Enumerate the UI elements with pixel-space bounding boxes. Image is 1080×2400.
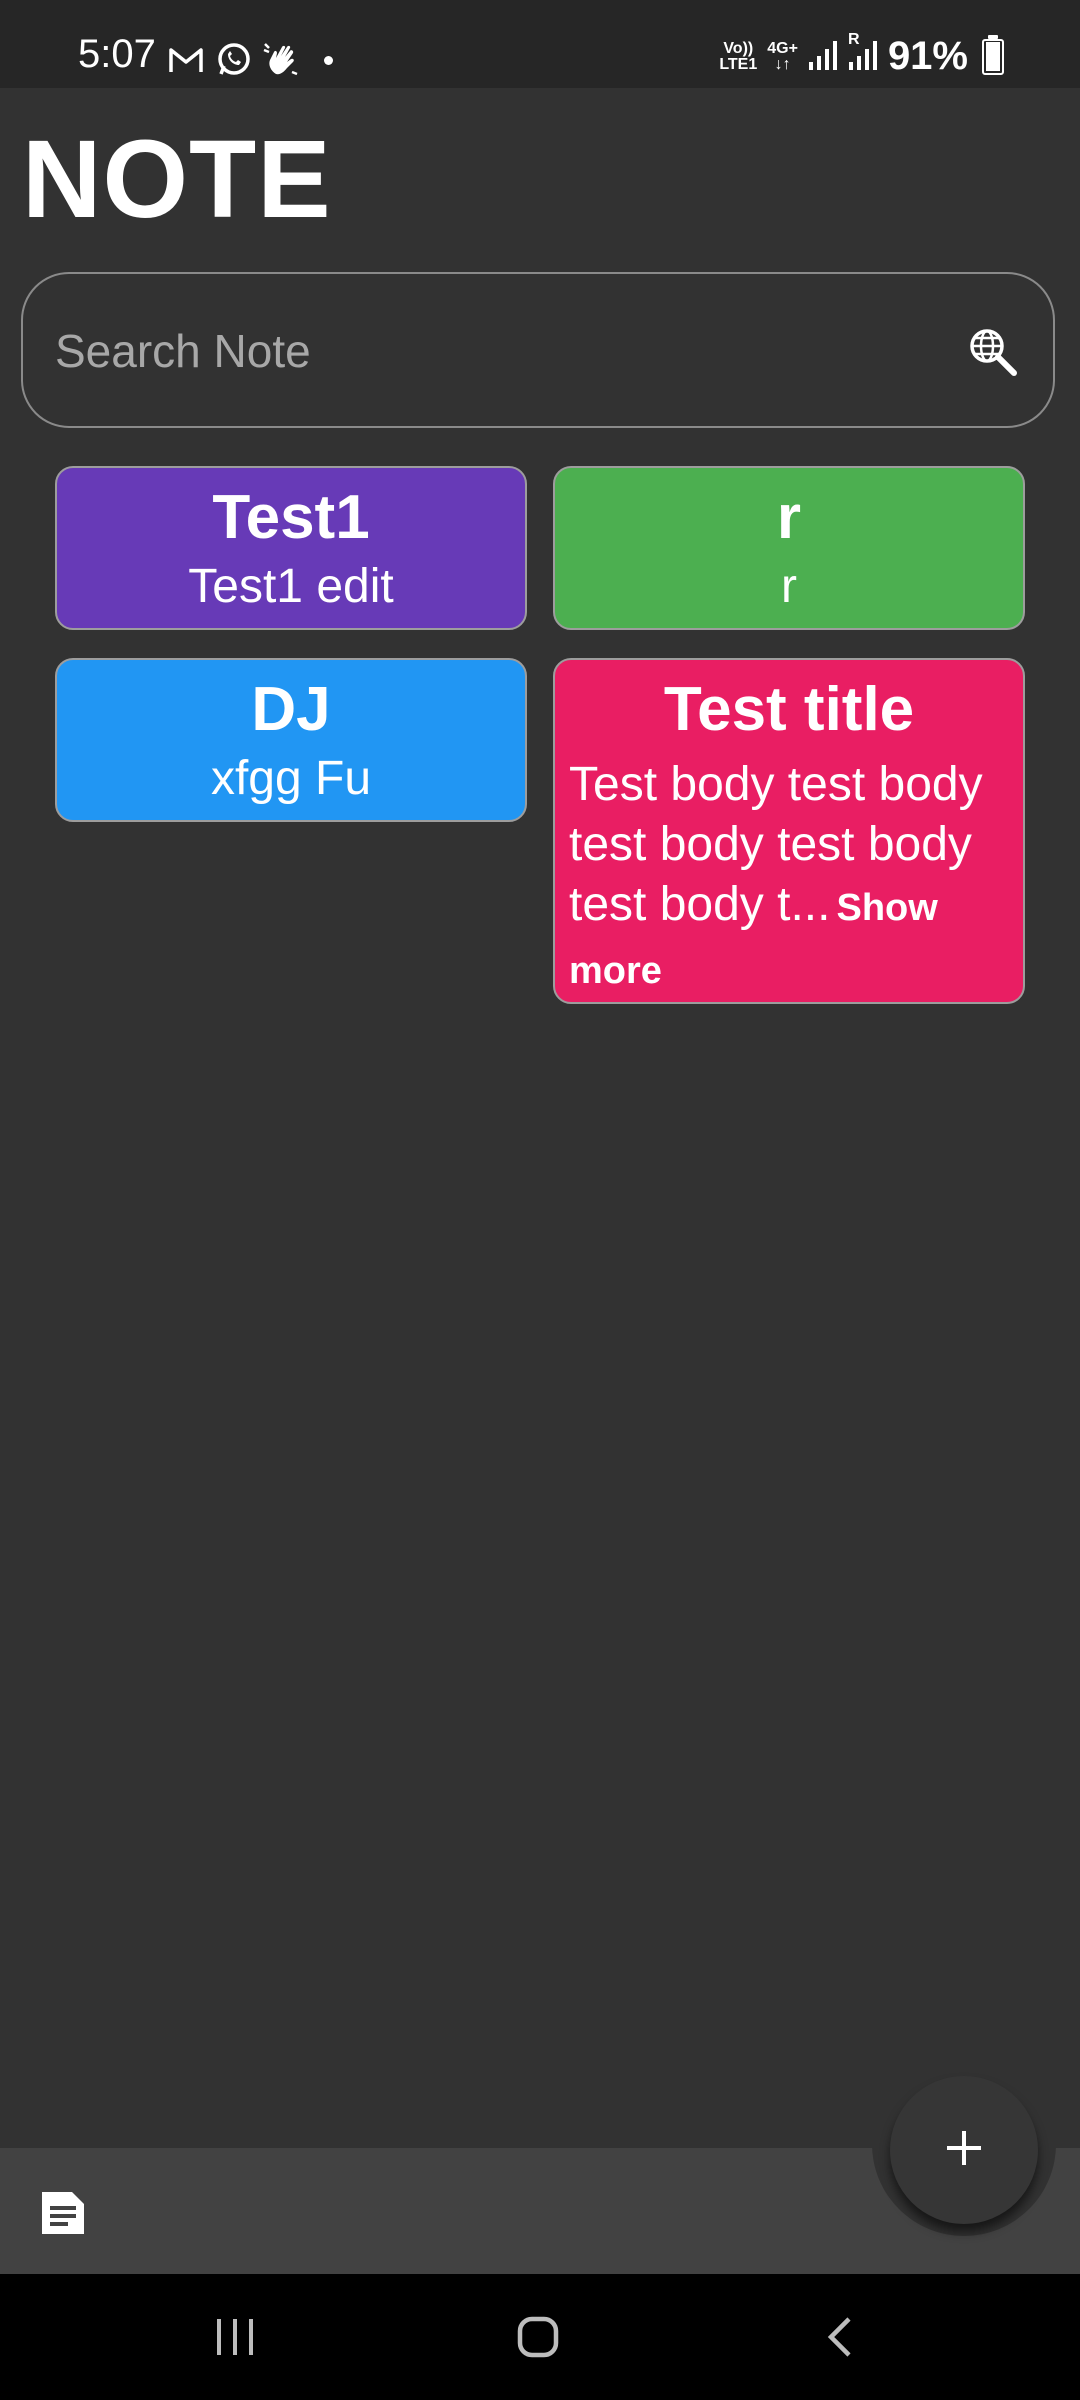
status-bar: 5:07 Vo)) LTE1 4G+ ↓↑ R 91%: [0, 0, 1080, 88]
hand-wave-icon: [262, 40, 302, 80]
note-icon[interactable]: [36, 2186, 90, 2240]
note-title: Test title: [663, 675, 915, 744]
status-time: 5:07: [78, 32, 156, 76]
data-arrows-icon: ↓↑: [774, 55, 791, 73]
notification-icons: [166, 40, 333, 80]
gmail-icon: [166, 40, 206, 80]
home-icon[interactable]: [503, 2304, 573, 2370]
signal-icon: [808, 38, 838, 75]
note-card[interactable]: r r: [553, 466, 1025, 630]
note-card[interactable]: DJ xfgg Fu: [55, 658, 527, 822]
note-body: xfgg Fu: [210, 752, 372, 805]
add-note-button[interactable]: [890, 2076, 1038, 2224]
signal-roaming-icon: R: [848, 32, 878, 75]
battery-icon: [982, 34, 1004, 75]
whatsapp-icon: [214, 40, 254, 80]
system-nav-bar: [0, 2274, 1080, 2400]
note-title: r: [776, 483, 802, 552]
note-body: r: [781, 560, 797, 613]
back-icon[interactable]: [806, 2304, 876, 2370]
plus-icon: [942, 2126, 986, 2175]
note-card[interactable]: Test1 Test1 edit: [55, 466, 527, 630]
data-indicator: 4G+ ↓↑: [767, 39, 798, 73]
page-title: NOTE: [22, 118, 332, 241]
battery-percent: 91%: [887, 34, 968, 78]
note-title: DJ: [251, 675, 331, 744]
note-card[interactable]: Test title Test body test body test body…: [553, 658, 1025, 1004]
note-body: Test body test body test body test body …: [555, 755, 1023, 1001]
note-body: Test1 edit: [188, 560, 394, 613]
search-bar[interactable]: [21, 272, 1055, 428]
web-search-icon[interactable]: [967, 326, 1019, 378]
more-notifications-dot: [324, 55, 333, 65]
volte-indicator: Vo)) LTE1: [719, 39, 758, 73]
recent-apps-icon[interactable]: [200, 2304, 270, 2370]
search-input[interactable]: [53, 318, 937, 384]
note-title: Test1: [212, 483, 370, 552]
system-status-icons: Vo)) LTE1 4G+ ↓↑ R 91%: [719, 32, 1004, 79]
